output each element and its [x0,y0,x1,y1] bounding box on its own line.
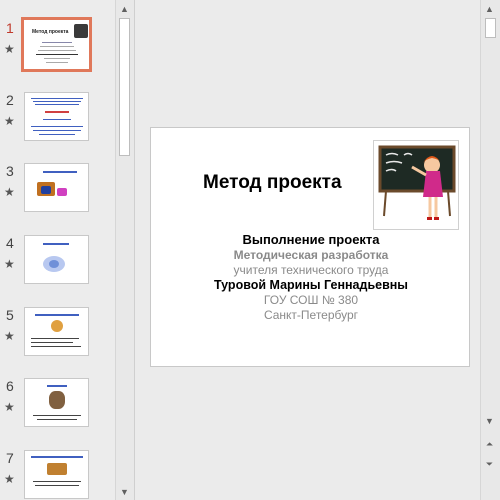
thumbnail-line [31,346,81,347]
thumbnail-line [47,385,67,387]
thumbnail-image [41,186,51,194]
thumbnail-line [33,101,81,102]
slide-title[interactable]: Метод проекта [203,172,342,194]
teacher-illustration [378,145,456,220]
thumbnail-image [74,24,88,38]
thumbnail-scrollbar[interactable]: ▲ ▼ [115,0,134,500]
slide-number: 4 [6,235,14,251]
animation-star-icon: ★ [4,400,15,414]
thumbnail-line [39,134,75,135]
slide-thumbnail-row[interactable]: 4 ★ [0,235,115,295]
presentation-editor: 1 ★ Метод проекта 2 ★ 3 ★ 4 ★ 5 ★ 6 ★ 7 … [0,0,500,500]
thumbnail-line [31,456,83,458]
slide-number: 1 [6,20,14,36]
slide-thumbnail-row[interactable]: 7 ★ [0,450,115,500]
animation-star-icon: ★ [4,114,15,128]
thumbnail-image [57,188,67,196]
thumbnail-line [35,104,79,105]
slide-number: 2 [6,92,14,108]
slide-thumbnail-row[interactable]: 1 ★ Метод проекта [0,17,115,80]
teacher-position-text: учителя технического труда [233,263,389,277]
thumbnail-line [33,130,81,131]
slide-editing-area: Метод проекта Выполнение проекта Методич… [136,0,480,500]
slide-thumbnail-row[interactable]: 6 ★ [0,378,115,438]
scroll-down-arrow-icon[interactable]: ▼ [116,483,133,500]
author-name: Туровой Марины Геннадьевны [213,278,408,292]
thumbnail-line [33,481,81,482]
thumbnail-image [51,320,63,332]
thumbnail-line [31,98,83,99]
slide-number: 3 [6,163,14,179]
slide-thumbnail[interactable]: Метод проекта [21,17,92,72]
thumbnail-line [37,419,77,420]
thumbnail-line [31,342,73,343]
thumbnail-line [43,171,77,173]
thumbnail-line [43,119,71,120]
slide-thumbnail-row[interactable]: 5 ★ [0,307,115,367]
thumbnail-line [40,46,74,47]
city-name: Санкт-Петербург [263,308,359,322]
slide-scrollbar[interactable]: ▲ ▼ ⏶ ⏷ [480,0,500,500]
slide-number: 5 [6,307,14,323]
next-slide-icon[interactable]: ⏷ [481,456,498,473]
scroll-up-arrow-icon[interactable]: ▲ [116,0,133,17]
animation-star-icon: ★ [4,329,15,343]
methodical-development-text: Методическая разработка [233,248,389,262]
slide-thumbnail-row[interactable]: 2 ★ [0,92,115,152]
thumbnail-line [35,314,79,316]
scroll-down-arrow-icon[interactable]: ▼ [481,412,498,429]
slide-thumbnail[interactable] [24,307,89,356]
slide-thumbnail[interactable] [24,235,89,284]
thumbnail-line [45,111,69,113]
slide-thumbnail-pane: 1 ★ Метод проекта 2 ★ 3 ★ 4 ★ 5 ★ 6 ★ 7 … [0,0,135,500]
slide-thumbnail-row[interactable]: 3 ★ [0,163,115,223]
thumbnail-line [44,58,70,59]
scrollbar-thumb[interactable] [485,18,496,38]
slide-thumbnail[interactable] [24,378,89,427]
animation-star-icon: ★ [4,257,15,271]
scrollbar-thumb[interactable] [119,18,130,156]
thumbnail-title: Метод проекта [32,29,69,35]
thumbnail-line [36,54,78,55]
thumbnail-line [33,415,81,416]
thumbnail-line [35,485,79,486]
thumbnail-line [42,42,72,43]
thumbnail-line [46,62,68,63]
scroll-up-arrow-icon[interactable]: ▲ [481,0,498,17]
school-name: ГОУ СОШ № 380 [263,293,359,307]
slide-canvas[interactable]: Метод проекта Выполнение проекта Методич… [150,127,470,367]
slide-number: 7 [6,450,14,466]
slide-number: 6 [6,378,14,394]
animation-star-icon: ★ [4,472,15,486]
thumbnail-line [31,126,83,127]
thumbnail-line [31,338,79,339]
animation-star-icon: ★ [4,42,15,56]
slide-thumbnail[interactable] [24,450,89,499]
teacher-at-blackboard-image[interactable] [373,140,459,230]
thumbnail-image [49,260,59,268]
thumbnail-line [38,50,76,51]
slide-thumbnail[interactable] [24,163,89,212]
previous-slide-icon[interactable]: ⏶ [481,436,498,453]
thumbnail-line [43,243,69,245]
thumbnail-image [47,463,67,475]
slide-thumbnail[interactable] [24,92,89,141]
animation-star-icon: ★ [4,185,15,199]
project-subtitle: Выполнение проекта [242,232,380,247]
thumbnail-image [49,391,65,409]
